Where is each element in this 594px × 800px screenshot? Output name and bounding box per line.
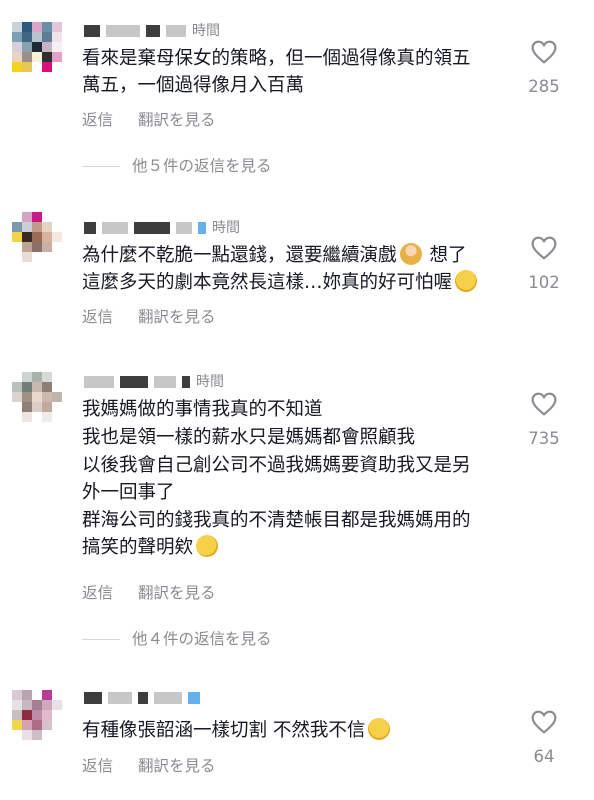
heart-icon[interactable] bbox=[531, 392, 557, 416]
view-replies-button[interactable]: 他５件の返信を見る bbox=[82, 154, 272, 176]
username-redacted[interactable] bbox=[84, 222, 96, 234]
comment-time: 時間 bbox=[212, 220, 240, 236]
divider-line bbox=[82, 166, 120, 167]
comment-meta: 時間 bbox=[84, 217, 240, 237]
comment-actions: 返信 翻訳を見る bbox=[82, 108, 235, 130]
reply-button[interactable]: 返信 bbox=[82, 108, 113, 130]
steam-nose-face-emoji bbox=[368, 718, 391, 740]
like-control[interactable]: 64 bbox=[516, 710, 572, 766]
reply-button[interactable]: 返信 bbox=[82, 305, 113, 327]
comment-meta bbox=[84, 690, 206, 710]
like-control[interactable]: 285 bbox=[516, 40, 572, 96]
reply-button[interactable]: 返信 bbox=[82, 581, 113, 603]
username-redacted[interactable] bbox=[84, 692, 102, 704]
comment-text: 看來是棄母保女的策略，但一個過得像真的領五 萬五，一個過得像月入百萬 bbox=[82, 48, 471, 96]
comment-text: 有種像張韶涵一樣切割 不然我不信 bbox=[82, 717, 522, 744]
username-redacted[interactable] bbox=[84, 376, 114, 388]
avatar[interactable] bbox=[12, 690, 62, 740]
comment-actions: 返信 翻訳を見る bbox=[82, 305, 235, 327]
translate-button[interactable]: 翻訳を見る bbox=[138, 754, 216, 776]
avatar[interactable] bbox=[12, 212, 62, 262]
rolling-laughing-face-emoji bbox=[196, 535, 219, 557]
comment-time: 時間 bbox=[192, 23, 220, 39]
view-replies-button[interactable]: 他４件の返信を見る bbox=[82, 627, 272, 649]
comment-feed: 時間 看來是棄母保女的策略，但一個過得像真的領五 萬五，一個過得像月入百萬 返信… bbox=[0, 0, 594, 800]
avatar[interactable] bbox=[12, 22, 62, 72]
translate-button[interactable]: 翻訳を見る bbox=[138, 305, 216, 327]
username-redacted[interactable] bbox=[84, 25, 100, 37]
like-count: 735 bbox=[528, 429, 560, 448]
translate-button[interactable]: 翻訳を見る bbox=[138, 581, 216, 603]
person-tipping-hand-emoji bbox=[399, 243, 422, 265]
like-count: 285 bbox=[528, 77, 560, 96]
like-control[interactable]: 735 bbox=[516, 392, 572, 448]
comment-actions: 返信 翻訳を見る bbox=[82, 581, 235, 603]
divider-line bbox=[82, 639, 120, 640]
heart-icon[interactable] bbox=[531, 710, 557, 734]
avatar[interactable] bbox=[12, 372, 62, 422]
comment-meta: 時間 bbox=[84, 20, 220, 40]
comment-meta: 時間 bbox=[84, 371, 224, 391]
sad-sweat-face-emoji bbox=[455, 270, 478, 292]
comment-text: 我媽媽做的事情我真的不知道 我也是領一樣的薪水只是媽媽都會照顧我 以後我會自己創… bbox=[82, 399, 471, 558]
like-count: 64 bbox=[533, 747, 555, 766]
comment-text: 為什麼不乾脆一點還錢，還要繼續演戲 想了 這麼多天的劇本竟然長這樣…妳真的好可怕喔 bbox=[82, 242, 522, 296]
heart-icon[interactable] bbox=[531, 236, 557, 260]
comment-actions: 返信 翻訳を見る bbox=[82, 754, 235, 776]
translate-button[interactable]: 翻訳を見る bbox=[138, 108, 216, 130]
reply-button[interactable]: 返信 bbox=[82, 754, 113, 776]
like-control[interactable]: 102 bbox=[516, 236, 572, 292]
comment-time: 時間 bbox=[196, 374, 224, 390]
like-count: 102 bbox=[528, 273, 560, 292]
heart-icon[interactable] bbox=[531, 40, 557, 64]
